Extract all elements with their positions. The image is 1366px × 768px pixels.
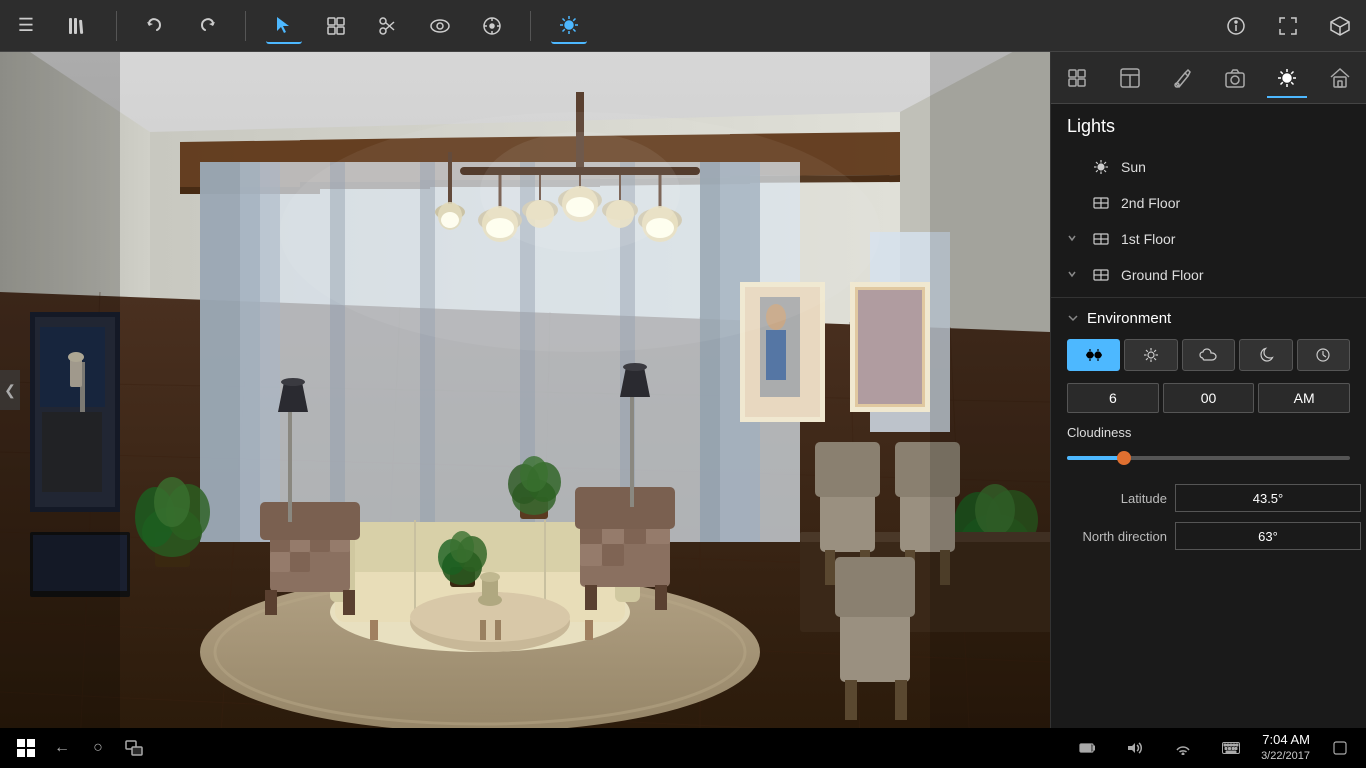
sun-label: Sun	[1121, 159, 1146, 175]
panel-tab-camera[interactable]	[1215, 58, 1255, 98]
cloudiness-fill	[1067, 456, 1124, 460]
ground-floor-label: Ground Floor	[1121, 267, 1203, 283]
viewport[interactable]: ❮	[0, 52, 1050, 728]
panel-content[interactable]: Lights	[1051, 104, 1366, 728]
viewport-nav-left[interactable]: ❮	[0, 370, 20, 410]
sep1	[116, 11, 117, 41]
cube-icon[interactable]	[1322, 8, 1358, 44]
panel-tab-build[interactable]	[1057, 58, 1097, 98]
light-item-sun[interactable]: Sun	[1051, 149, 1366, 185]
fullscreen-icon[interactable]	[1270, 8, 1306, 44]
cloudiness-track	[1067, 456, 1350, 460]
right-panel: Lights	[1050, 52, 1366, 728]
latitude-label: Latitude	[1067, 491, 1167, 506]
weather-sunny[interactable]	[1124, 339, 1177, 371]
sun-lighting-icon[interactable]	[551, 8, 587, 44]
north-direction-input[interactable]	[1175, 522, 1361, 550]
north-direction-label: North direction	[1067, 529, 1167, 544]
undo-icon[interactable]	[137, 8, 173, 44]
ground-floor-expand	[1067, 268, 1087, 282]
latitude-row: Latitude − +	[1067, 484, 1350, 512]
1st-floor-expand	[1067, 232, 1087, 246]
light-item-ground-floor[interactable]: Ground Floor	[1051, 257, 1366, 293]
measure-icon[interactable]	[474, 8, 510, 44]
time-row: 6 00 AM	[1067, 383, 1350, 413]
north-direction-row: North direction − +	[1067, 522, 1350, 550]
cloudiness-slider[interactable]	[1067, 448, 1350, 468]
menu-icon[interactable]: ☰	[8, 8, 44, 44]
cloudiness-label: Cloudiness	[1067, 425, 1350, 440]
redo-icon[interactable]	[189, 8, 225, 44]
clock-date: 3/22/2017	[1261, 749, 1310, 763]
environment-title: Environment	[1087, 310, 1171, 327]
1st-floor-icon	[1091, 229, 1111, 249]
sep3	[530, 11, 531, 41]
time-period[interactable]: AM	[1258, 383, 1350, 413]
taskbar-battery[interactable]	[1071, 732, 1103, 764]
start-button[interactable]	[8, 730, 44, 766]
top-toolbar: ☰	[0, 0, 1366, 52]
ground-floor-icon	[1091, 265, 1111, 285]
weather-clock[interactable]	[1297, 339, 1350, 371]
taskbar-keyboard[interactable]	[1215, 732, 1247, 764]
latitude-input[interactable]	[1175, 484, 1361, 512]
panel-tab-layout[interactable]	[1110, 58, 1150, 98]
taskbar-right: 7:04 AM 3/22/2017	[1069, 732, 1358, 764]
taskbar-network[interactable]	[1167, 732, 1199, 764]
light-item-1st-floor[interactable]: 1st Floor	[1051, 221, 1366, 257]
environment-header[interactable]: Environment	[1067, 310, 1350, 327]
panel-tab-lights[interactable]	[1267, 58, 1307, 98]
2nd-floor-icon	[1091, 193, 1111, 213]
taskbar: ← ○	[0, 728, 1366, 768]
taskbar-task-view[interactable]	[118, 732, 150, 764]
environment-section: Environment	[1051, 297, 1366, 572]
1st-floor-label: 1st Floor	[1121, 231, 1175, 247]
main-content: ❮	[0, 52, 1366, 728]
lights-title: Lights	[1051, 104, 1366, 145]
select-tool-icon[interactable]	[266, 8, 302, 44]
info-icon[interactable]	[1218, 8, 1254, 44]
time-hour[interactable]: 6	[1067, 383, 1159, 413]
objects-icon[interactable]	[318, 8, 354, 44]
lights-list: Sun 2nd Floor	[1051, 145, 1366, 297]
weather-cloudy[interactable]	[1182, 339, 1235, 371]
taskbar-search[interactable]: ○	[82, 732, 114, 764]
weather-clear-day[interactable]	[1067, 339, 1120, 371]
light-item-2nd-floor[interactable]: 2nd Floor	[1051, 185, 1366, 221]
time-minutes[interactable]: 00	[1163, 383, 1255, 413]
lights-section: Lights	[1051, 104, 1366, 297]
sun-light-icon	[1091, 157, 1111, 177]
panel-icon-tabs	[1051, 52, 1366, 104]
room-scene-svg	[0, 52, 1050, 728]
weather-icon-bar	[1067, 339, 1350, 371]
taskbar-volume[interactable]	[1119, 732, 1151, 764]
taskbar-notification[interactable]	[1324, 732, 1356, 764]
taskbar-back[interactable]: ←	[46, 732, 78, 764]
view-icon[interactable]	[422, 8, 458, 44]
library-icon[interactable]	[60, 8, 96, 44]
env-collapse-icon	[1067, 311, 1079, 327]
panel-tab-paint[interactable]	[1162, 58, 1202, 98]
2nd-floor-label: 2nd Floor	[1121, 195, 1180, 211]
sep2	[245, 11, 246, 41]
taskbar-time[interactable]: 7:04 AM 3/22/2017	[1261, 732, 1310, 763]
cloudiness-thumb[interactable]	[1117, 451, 1131, 465]
clock-time: 7:04 AM	[1262, 732, 1310, 749]
scissors-icon[interactable]	[370, 8, 406, 44]
panel-tab-house[interactable]	[1320, 58, 1360, 98]
weather-night[interactable]	[1239, 339, 1292, 371]
